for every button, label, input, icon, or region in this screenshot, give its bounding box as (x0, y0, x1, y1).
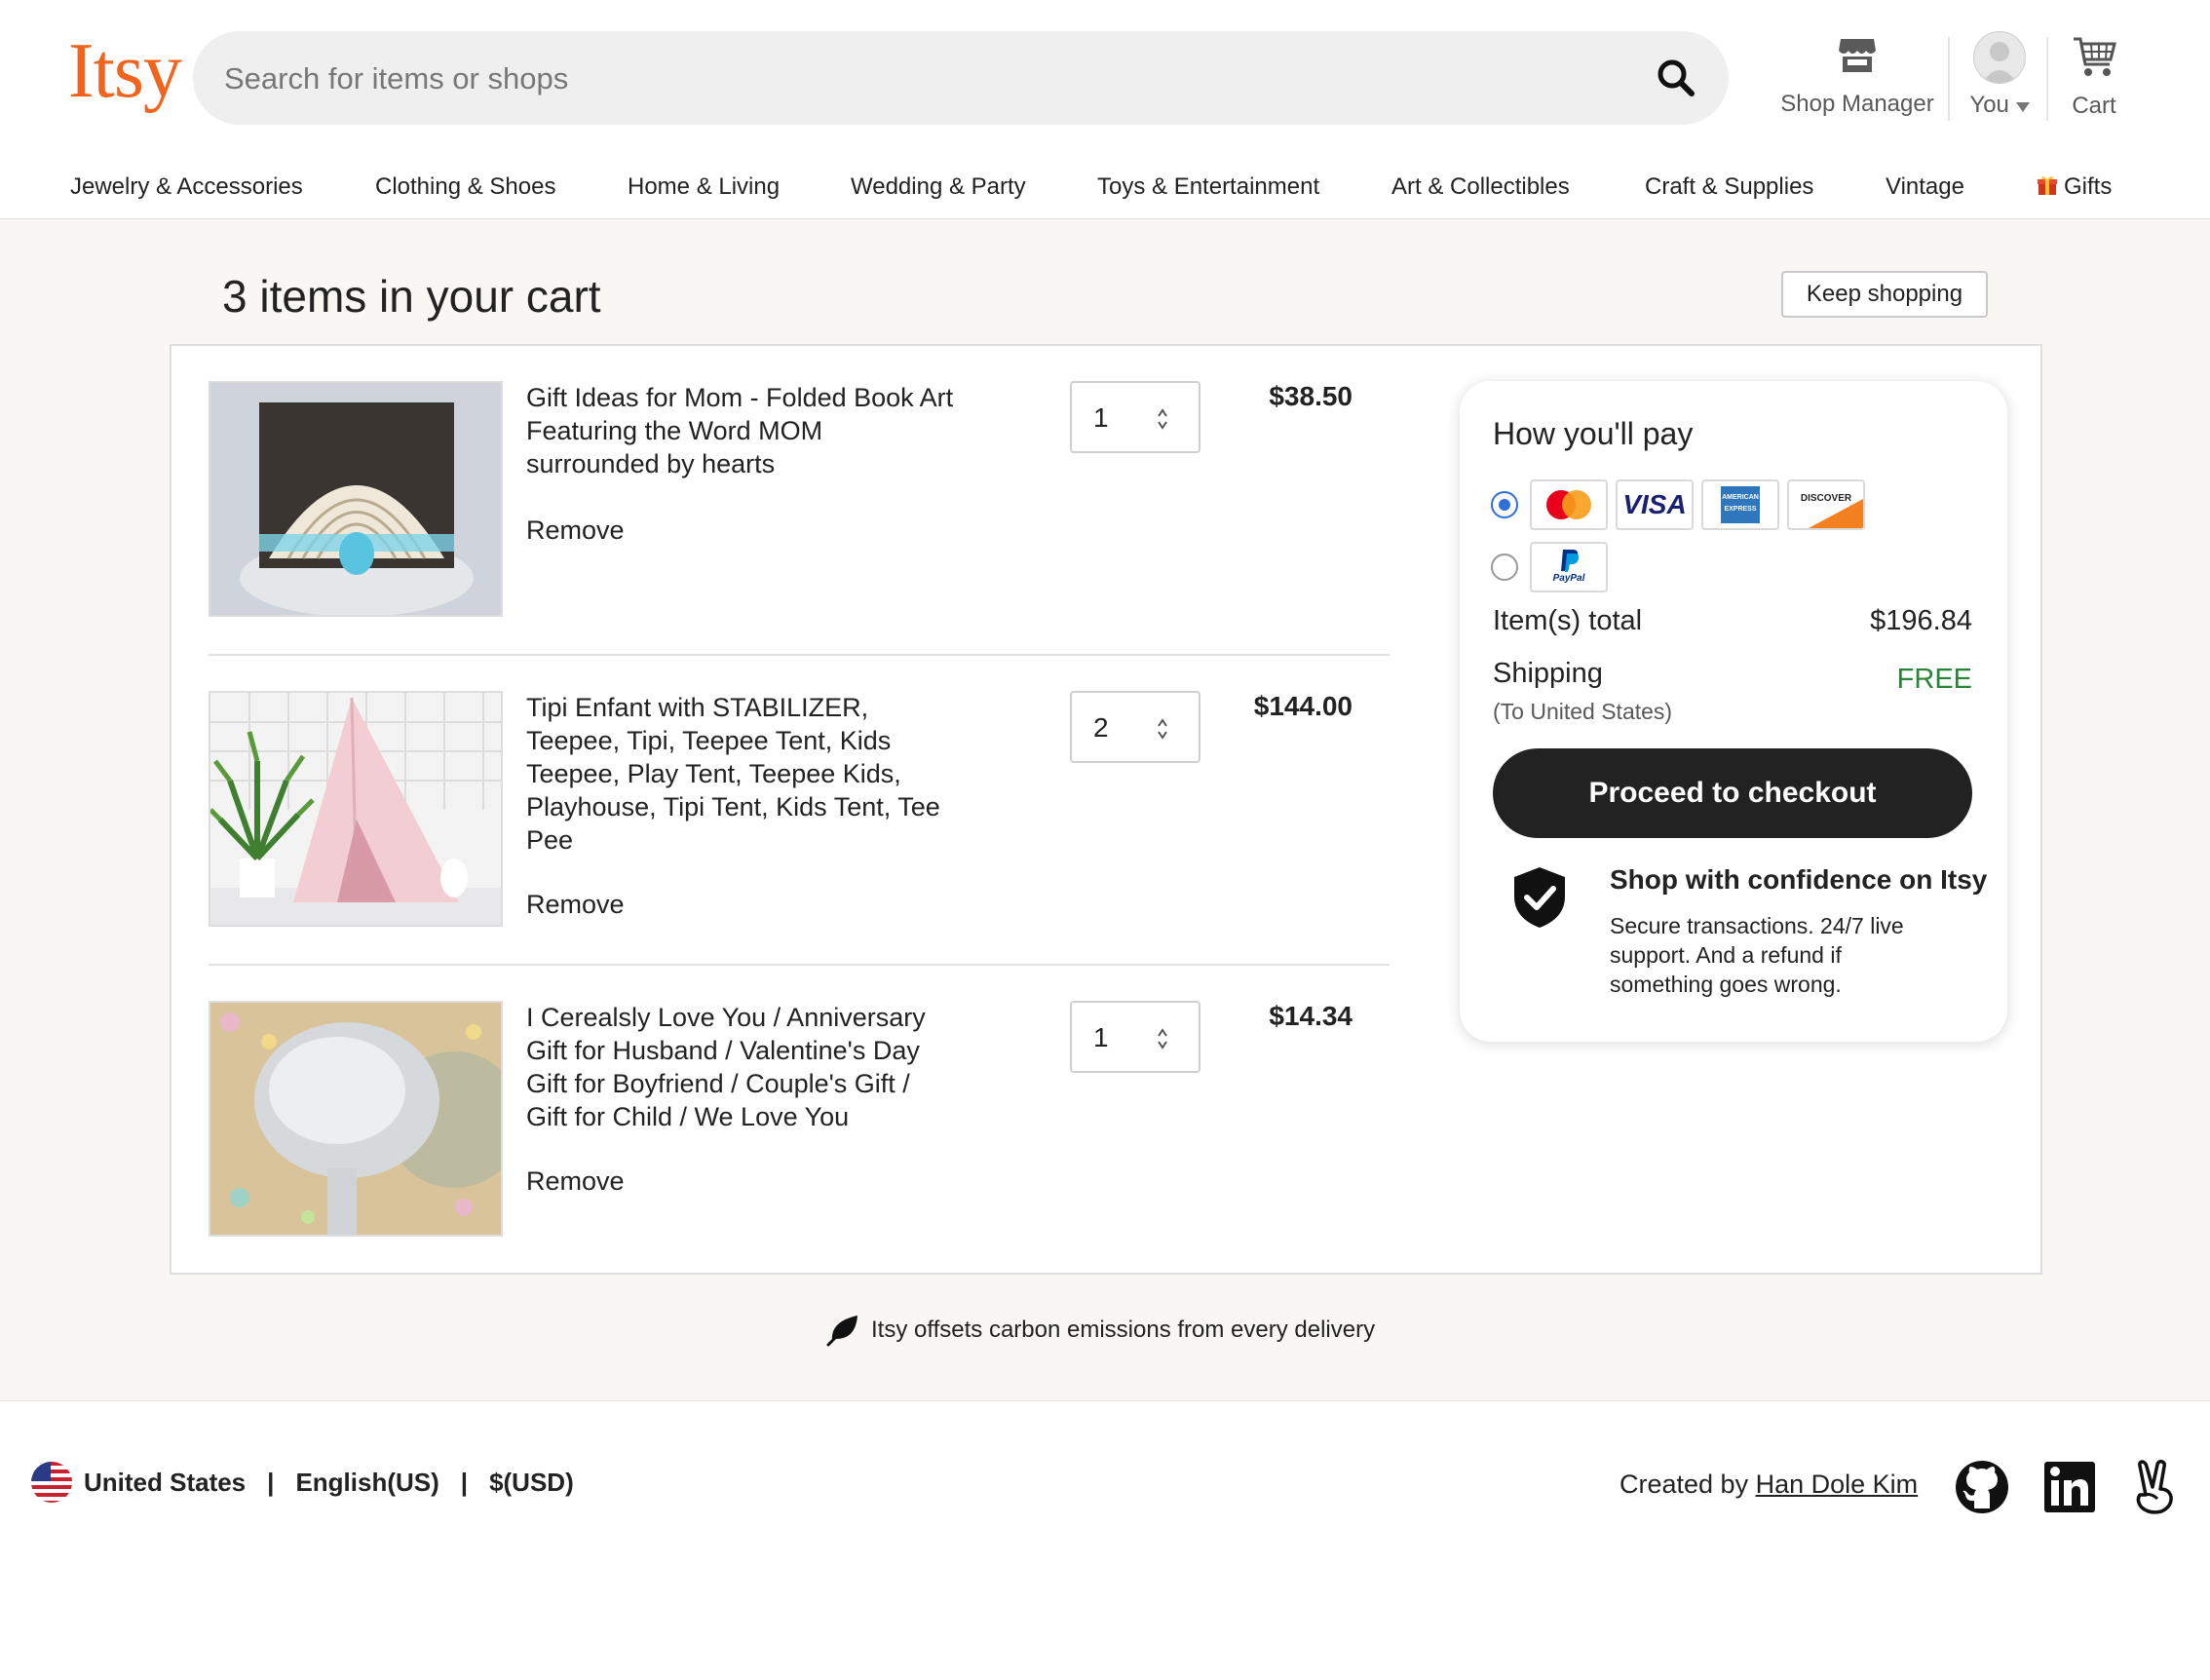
cart-label: Cart (2072, 93, 2116, 119)
cart-panel: Gift Ideas for Mom - Folded Book Art Fea… (170, 344, 2042, 1275)
item-divider (209, 654, 1390, 656)
stepper-arrows-icon[interactable] (1156, 716, 1169, 742)
cart-icon (2074, 37, 2116, 76)
quantity-stepper[interactable]: 2 (1070, 691, 1200, 763)
shop-manager-link[interactable]: Shop Manager (1779, 35, 1935, 118)
item-title[interactable]: Gift Ideas for Mom - Folded Book Art Fea… (526, 381, 955, 480)
item-title[interactable]: I Cerealsly Love You / Anniversary Gift … (526, 1001, 955, 1133)
discover-icon: DISCOVER (1787, 479, 1865, 530)
nav-jewelry-accessories[interactable]: Jewelry & Accessories (70, 173, 303, 201)
currency-label: $(USD) (489, 1467, 574, 1497)
nav-gifts-label: Gifts (2064, 173, 2113, 200)
nav-art-collectibles[interactable]: Art & Collectibles (1391, 173, 1570, 201)
quantity-stepper[interactable]: 1 (1070, 1001, 1200, 1073)
search-bar (193, 31, 1729, 127)
language-label: English(US) (295, 1467, 439, 1497)
author-link[interactable]: Han Dole Kim (1756, 1470, 1919, 1499)
nav-home-living[interactable]: Home & Living (628, 173, 780, 201)
header-divider (2046, 37, 2048, 121)
product-image[interactable] (209, 691, 503, 927)
nav-wedding-party[interactable]: Wedding & Party (851, 173, 1026, 201)
keep-shopping-button[interactable]: Keep shopping (1781, 271, 1988, 318)
product-image[interactable] (209, 381, 503, 617)
locale-selector[interactable]: United States | English(US) | $(USD) (31, 1462, 574, 1503)
remove-link[interactable]: Remove (526, 890, 625, 920)
gift-icon (2038, 176, 2057, 195)
header-divider (1948, 37, 1950, 121)
search-input[interactable] (222, 31, 1629, 127)
shop-manager-label: Shop Manager (1780, 91, 1934, 117)
payment-title: How you'll pay (1493, 416, 1694, 451)
search-icon[interactable] (1655, 57, 1697, 99)
mastercard-icon (1530, 479, 1608, 530)
visa-icon: VISA (1616, 479, 1694, 530)
country-label: United States (84, 1467, 247, 1497)
payment-card: How you'll pay VISA AMERICAN EXPRESS DIS… (1460, 381, 2007, 1042)
quantity-value: 2 (1093, 712, 1109, 743)
paypal-icon: PayPal (1530, 542, 1608, 592)
items-total-value: $196.84 (1870, 605, 1972, 636)
github-icon[interactable] (1955, 1460, 2009, 1514)
nav-gifts[interactable]: Gifts (2037, 173, 2112, 201)
item-price: $38.50 (1269, 381, 1353, 411)
stepper-arrows-icon[interactable] (1156, 1026, 1169, 1051)
chevron-down-icon (2015, 102, 2030, 112)
shield-check-icon (1514, 867, 1565, 928)
remove-link[interactable]: Remove (526, 515, 625, 546)
nav-clothing-shoes[interactable]: Clothing & Shoes (375, 173, 555, 201)
remove-link[interactable]: Remove (526, 1166, 625, 1197)
item-price: $14.34 (1269, 1001, 1353, 1031)
confidence-text: Secure transactions. 24/7 live support. … (1610, 913, 1904, 997)
item-price: $144.00 (1253, 691, 1353, 721)
shipping-value: FREE (1896, 664, 1972, 695)
shop-icon (1839, 39, 1876, 72)
cart-item: Tipi Enfant with STABILIZER, Teepee, Tip… (209, 691, 1390, 1001)
nav-vintage[interactable]: Vintage (1886, 173, 1964, 201)
items-total-label: Item(s) total (1493, 605, 1643, 636)
carbon-note: Itsy offsets carbon emissions from every… (826, 1311, 1375, 1350)
cart-item: Gift Ideas for Mom - Folded Book Art Fea… (209, 381, 1390, 691)
quantity-value: 1 (1093, 402, 1109, 433)
site-logo[interactable]: Itsy (68, 27, 182, 116)
you-label: You (1969, 92, 2009, 118)
cart-page: 3 items in your cart Keep shopping Gift … (0, 219, 2210, 1402)
stepper-arrows-icon[interactable] (1156, 406, 1169, 432)
leaf-icon (826, 1316, 857, 1347)
item-title[interactable]: Tipi Enfant with STABILIZER, Teepee, Tip… (526, 691, 955, 857)
nav-toys-entertainment[interactable]: Toys & Entertainment (1097, 173, 1319, 201)
nav-craft-supplies[interactable]: Craft & Supplies (1645, 173, 1813, 201)
page-title: 3 items in your cart (222, 271, 601, 322)
product-image[interactable] (209, 1001, 503, 1237)
you-menu[interactable]: You (1961, 31, 2039, 119)
shipping-note: (To United States) (1493, 699, 1673, 724)
item-divider (209, 964, 1390, 966)
cart-link[interactable]: Cart (2058, 35, 2130, 120)
cart-item: I Cerealsly Love You / Anniversary Gift … (209, 1001, 1390, 1311)
us-flag-icon (31, 1462, 72, 1503)
shipping-label: Shipping (1493, 658, 1603, 689)
site-footer: United States | English(US) | $(USD) Cre… (0, 1401, 2210, 1680)
card-payment-radio[interactable] (1491, 491, 1518, 518)
proceed-to-checkout-button[interactable]: Proceed to checkout (1493, 748, 1972, 838)
paypal-payment-radio[interactable] (1491, 554, 1518, 581)
avatar (1973, 31, 2026, 84)
credit: Created by Han Dole Kim (1619, 1470, 1918, 1500)
quantity-value: 1 (1093, 1022, 1109, 1052)
carbon-text: Itsy offsets carbon emissions from every… (871, 1317, 1376, 1343)
quantity-stepper[interactable]: 1 (1070, 381, 1200, 453)
angellist-icon[interactable] (2128, 1460, 2183, 1514)
category-nav: Jewelry & Accessories Clothing & Shoes H… (0, 156, 2210, 218)
amex-icon: AMERICAN EXPRESS (1701, 479, 1779, 530)
site-header: Itsy Shop Manager You (0, 0, 2210, 220)
linkedin-icon[interactable] (2042, 1460, 2097, 1514)
credit-prefix: Created by (1619, 1470, 1749, 1499)
confidence-title: Shop with confidence on Itsy (1610, 864, 1988, 895)
